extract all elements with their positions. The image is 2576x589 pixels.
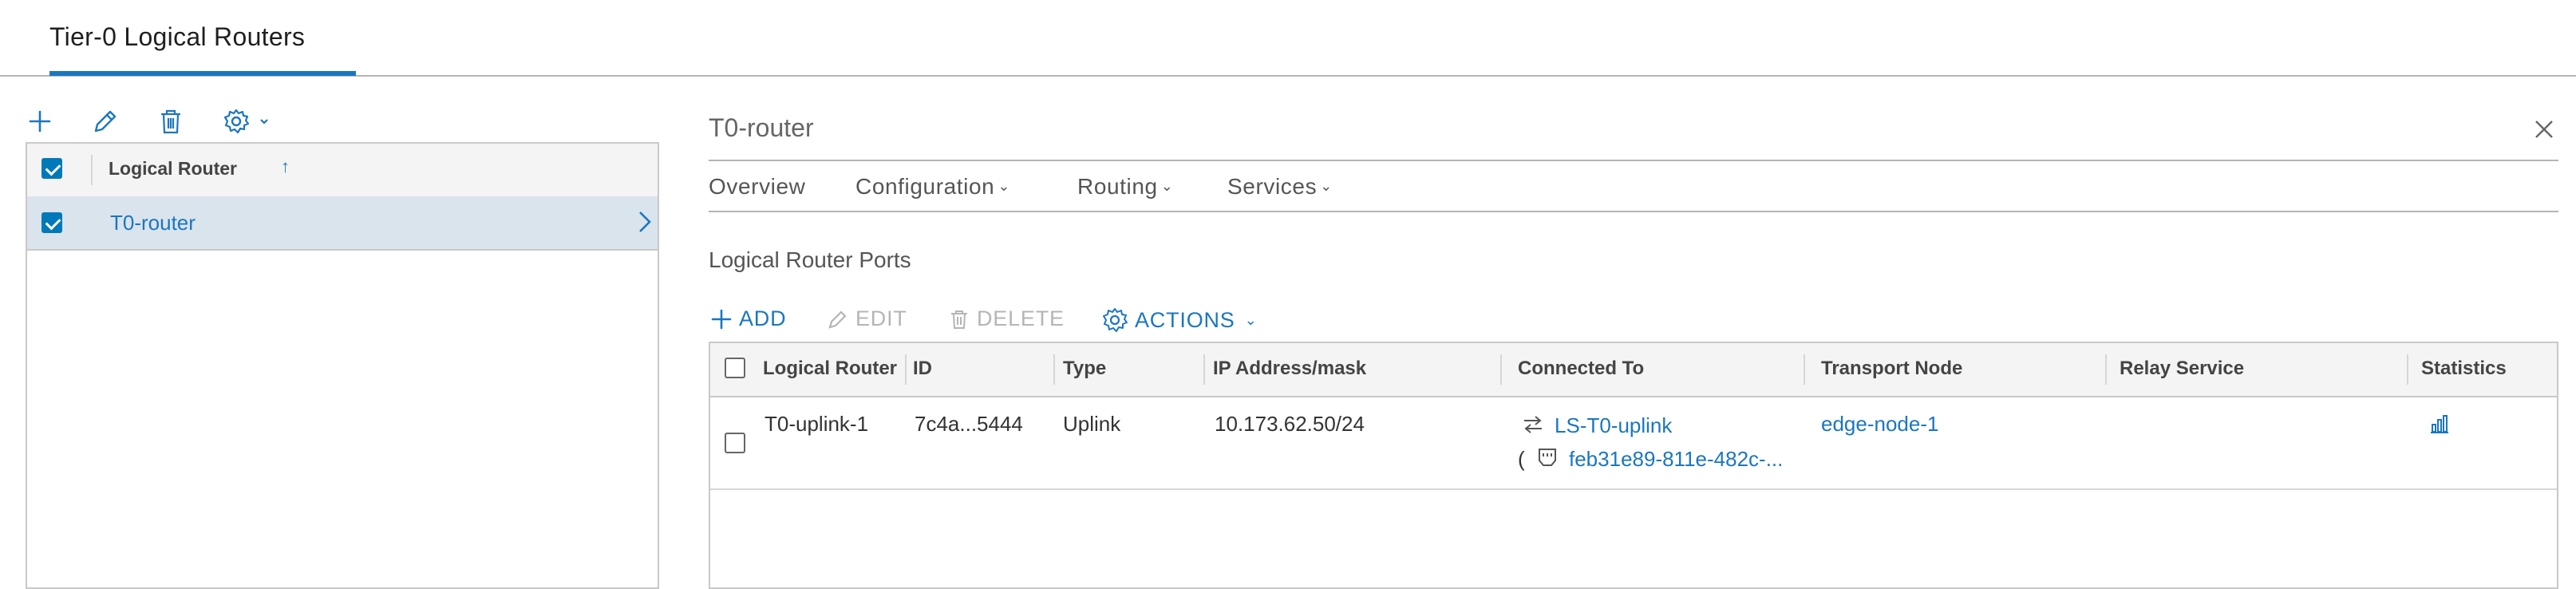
chevron-down-icon: ⌄ bbox=[1320, 178, 1333, 194]
tab-services[interactable]: Services ⌄ bbox=[1227, 174, 1333, 200]
port-icon bbox=[1535, 445, 1559, 469]
column-header-transport-node[interactable]: Transport Node bbox=[1821, 358, 1962, 380]
table-row[interactable]: T0-router bbox=[27, 196, 658, 251]
table-row[interactable]: T0-uplink-1 7c4a...5444 Uplink 10.173.62… bbox=[710, 396, 2557, 490]
grid-header: Logical Router ↑ bbox=[27, 144, 658, 198]
bar-chart-icon[interactable] bbox=[2428, 412, 2452, 436]
tab-overview[interactable]: Overview bbox=[709, 174, 806, 200]
router-name-link[interactable]: T0-router bbox=[110, 211, 196, 235]
column-header-id[interactable]: ID bbox=[913, 358, 932, 380]
column-divider bbox=[91, 155, 93, 185]
tab-routing[interactable]: Routing ⌄ bbox=[1077, 174, 1173, 200]
select-all-ports-checkbox[interactable] bbox=[725, 358, 745, 378]
chevron-down-icon: ⌄ bbox=[1244, 311, 1258, 328]
close-icon[interactable] bbox=[2531, 117, 2557, 142]
row-checkbox[interactable] bbox=[725, 433, 745, 453]
delete-port-button[interactable]: DELETE bbox=[948, 306, 1065, 331]
edit-icon bbox=[828, 310, 847, 329]
detail-title: T0-router bbox=[709, 113, 814, 142]
title-divider bbox=[709, 160, 2558, 161]
tab-configuration[interactable]: Configuration ⌄ bbox=[855, 174, 1010, 200]
column-header-ip-address[interactable]: IP Address/mask bbox=[1213, 358, 1366, 380]
port-type: Uplink bbox=[1063, 412, 1121, 436]
ports-grid-header: Logical Router ID Type IP Address/mask C… bbox=[710, 343, 2557, 397]
delete-icon bbox=[951, 310, 967, 329]
page-title: Tier-0 Logical Routers bbox=[49, 22, 306, 51]
delete-label: DELETE bbox=[977, 306, 1065, 330]
section-title: Logical Router Ports bbox=[709, 247, 911, 272]
logical-switch-link[interactable]: LS-T0-uplink bbox=[1555, 413, 1672, 438]
column-divider bbox=[1203, 354, 1205, 385]
connected-prefix: ( bbox=[1518, 447, 1525, 471]
edit-label: EDIT bbox=[855, 306, 907, 330]
column-header-logical-router[interactable]: Logical Router bbox=[109, 158, 237, 180]
add-label: ADD bbox=[739, 306, 787, 330]
tabs-divider bbox=[709, 211, 2558, 212]
column-header-relay-service[interactable]: Relay Service bbox=[2120, 358, 2244, 380]
column-divider bbox=[2407, 354, 2408, 385]
actions-label: ACTIONS bbox=[1135, 307, 1235, 332]
transport-node-link[interactable]: edge-node-1 bbox=[1821, 412, 1938, 437]
add-port-button[interactable]: ADD bbox=[710, 306, 786, 331]
column-header-logical-router[interactable]: Logical Router bbox=[763, 358, 903, 380]
switch-connection-icon bbox=[1521, 413, 1545, 436]
sort-ascending-icon[interactable]: ↑ bbox=[281, 156, 290, 177]
column-divider bbox=[1804, 354, 1805, 385]
select-all-checkbox[interactable] bbox=[41, 158, 62, 179]
edit-icon[interactable] bbox=[89, 105, 121, 137]
ports-grid: Logical Router ID Type IP Address/mask C… bbox=[709, 342, 2558, 589]
port-id: 7c4a...5444 bbox=[915, 412, 1023, 436]
chevron-right-icon[interactable] bbox=[635, 208, 654, 236]
column-divider bbox=[905, 354, 907, 385]
gear-icon[interactable] bbox=[220, 105, 276, 137]
add-icon bbox=[711, 309, 732, 329]
logical-routers-grid: Logical Router ↑ T0-router bbox=[26, 142, 659, 589]
column-header-connected-to[interactable]: Connected To bbox=[1518, 358, 1644, 380]
column-header-statistics[interactable]: Statistics bbox=[2421, 358, 2507, 380]
column-divider bbox=[2105, 354, 2107, 385]
row-checkbox[interactable] bbox=[41, 212, 62, 233]
active-tab-indicator bbox=[49, 71, 356, 76]
actions-menu-button[interactable]: ACTIONS ⌄ bbox=[1101, 306, 1258, 334]
chevron-down-icon: ⌄ bbox=[998, 178, 1011, 194]
column-divider bbox=[1500, 354, 1502, 385]
add-icon[interactable] bbox=[24, 105, 56, 137]
column-divider bbox=[1053, 354, 1055, 385]
logical-port-link[interactable]: feb31e89-811e-482c-... bbox=[1569, 447, 1800, 472]
port-ip: 10.173.62.50/24 bbox=[1215, 412, 1365, 436]
edit-port-button[interactable]: EDIT bbox=[827, 306, 907, 331]
port-name: T0-uplink-1 bbox=[765, 412, 869, 436]
column-header-type[interactable]: Type bbox=[1063, 358, 1106, 380]
page-header: Tier-0 Logical Routers bbox=[0, 0, 2576, 77]
chevron-down-icon: ⌄ bbox=[1160, 178, 1174, 194]
gear-icon bbox=[1103, 308, 1128, 332]
delete-icon[interactable] bbox=[155, 105, 187, 137]
